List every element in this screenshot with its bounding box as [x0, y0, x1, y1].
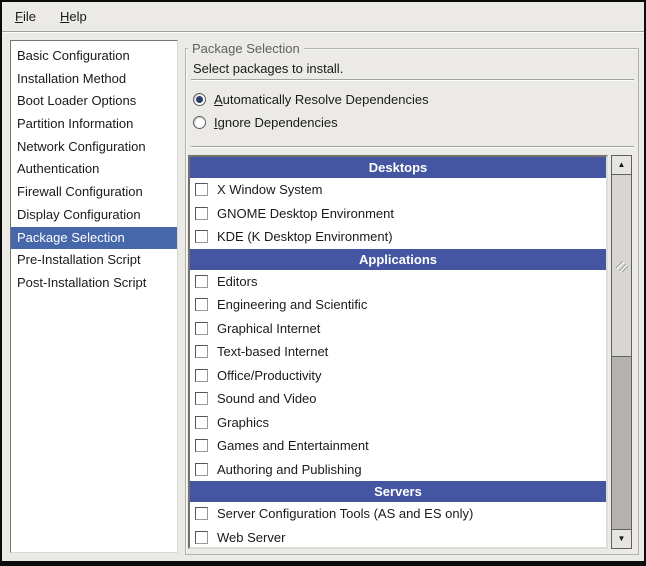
checkbox-office-productivity[interactable] — [195, 369, 208, 382]
package-label: GNOME Desktop Environment — [217, 206, 394, 221]
package-label: Engineering and Scientific — [217, 297, 367, 312]
package-row[interactable]: Sound and Video — [190, 387, 606, 411]
package-row[interactable]: Server Configuration Tools (AS and ES on… — [190, 502, 606, 526]
radio-auto-mnemonic: A — [214, 92, 223, 107]
scroll-down-button[interactable]: ▼ — [611, 529, 632, 549]
package-label: KDE (K Desktop Environment) — [217, 229, 393, 244]
radio-ignore-label: Ignore Dependencies — [214, 115, 338, 130]
package-list: Desktops X Window System GNOME Desktop E… — [188, 155, 608, 549]
package-label: Server Configuration Tools (AS and ES on… — [217, 506, 473, 521]
package-row[interactable]: Engineering and Scientific — [190, 293, 606, 317]
checkbox-graphical-internet[interactable] — [195, 322, 208, 335]
package-label: Authoring and Publishing — [217, 462, 362, 477]
package-label: Games and Entertainment — [217, 438, 369, 453]
checkbox-graphics[interactable] — [195, 416, 208, 429]
thumb-grip-icon — [615, 259, 629, 273]
sidebar-item-package-selection[interactable]: Package Selection — [11, 227, 177, 250]
checkbox-text-based-internet[interactable] — [195, 345, 208, 358]
package-label: Sound and Video — [217, 391, 317, 406]
sidebar-item-authentication[interactable]: Authentication — [11, 158, 177, 181]
instruction-text: Select packages to install. — [193, 61, 343, 76]
checkbox-sound-and-video[interactable] — [195, 392, 208, 405]
checkbox-gnome-desktop-environment[interactable] — [195, 207, 208, 220]
radio-selected-icon[interactable] — [193, 93, 206, 106]
kickstart-configurator-window: File Help Basic Configuration Installati… — [0, 0, 646, 566]
menu-help-label: elp — [69, 9, 86, 24]
menu-file[interactable]: File — [11, 7, 40, 26]
frame-title: Package Selection — [188, 41, 304, 56]
sidebar-item-installation-method[interactable]: Installation Method — [11, 68, 177, 91]
package-label: X Window System — [217, 182, 322, 197]
sidebar-item-display-configuration[interactable]: Display Configuration — [11, 204, 177, 227]
menu-help-mnemonic: H — [60, 9, 69, 24]
checkbox-x-window-system[interactable] — [195, 183, 208, 196]
sidebar-item-network-configuration[interactable]: Network Configuration — [11, 136, 177, 159]
separator — [191, 146, 634, 148]
package-row[interactable]: Authoring and Publishing — [190, 458, 606, 482]
radio-ignore-dependencies[interactable]: Ignore Dependencies — [193, 114, 338, 131]
category-header-desktops: Desktops — [190, 157, 606, 178]
sidebar-item-post-installation-script[interactable]: Post-Installation Script — [11, 272, 177, 295]
sidebar-item-firewall-configuration[interactable]: Firewall Configuration — [11, 181, 177, 204]
package-label: Office/Productivity — [217, 368, 322, 383]
package-label: Graphics — [217, 415, 269, 430]
category-header-applications: Applications — [190, 249, 606, 270]
menu-file-mnemonic: F — [15, 9, 23, 24]
down-arrow-icon: ▼ — [618, 535, 626, 543]
package-row[interactable]: Editors — [190, 270, 606, 294]
package-row[interactable]: Web Server — [190, 526, 606, 550]
sidebar-item-pre-installation-script[interactable]: Pre-Installation Script — [11, 249, 177, 272]
radio-auto-resolve-dependencies[interactable]: Automatically Resolve Dependencies — [193, 91, 429, 108]
checkbox-games-and-entertainment[interactable] — [195, 439, 208, 452]
menubar-separator — [2, 31, 644, 33]
menu-help[interactable]: Help — [56, 7, 91, 26]
category-header-servers: Servers — [190, 481, 606, 502]
package-row[interactable]: Games and Entertainment — [190, 434, 606, 458]
up-arrow-icon: ▲ — [618, 161, 626, 169]
package-row[interactable]: Graphics — [190, 411, 606, 435]
package-row[interactable]: X Window System — [190, 178, 606, 202]
sidebar-item-boot-loader-options[interactable]: Boot Loader Options — [11, 90, 177, 113]
package-label: Text-based Internet — [217, 344, 328, 359]
package-row[interactable]: Graphical Internet — [190, 317, 606, 341]
radio-auto-rest: utomatically Resolve Dependencies — [223, 92, 429, 107]
checkbox-editors[interactable] — [195, 275, 208, 288]
package-label: Graphical Internet — [217, 321, 320, 336]
package-row[interactable]: Office/Productivity — [190, 364, 606, 388]
checkbox-server-configuration-tools[interactable] — [195, 507, 208, 520]
menu-file-label: ile — [23, 9, 36, 24]
separator — [191, 79, 634, 81]
radio-unselected-icon[interactable] — [193, 116, 206, 129]
radio-ignore-rest: gnore Dependencies — [218, 115, 338, 130]
package-row[interactable]: Text-based Internet — [190, 340, 606, 364]
checkbox-engineering-and-scientific[interactable] — [195, 298, 208, 311]
sidebar-item-basic-configuration[interactable]: Basic Configuration — [11, 45, 177, 68]
scroll-up-button[interactable]: ▲ — [611, 155, 632, 175]
package-row[interactable]: GNOME Desktop Environment — [190, 202, 606, 226]
checkbox-kde-desktop-environment[interactable] — [195, 230, 208, 243]
radio-auto-resolve-label: Automatically Resolve Dependencies — [214, 92, 429, 107]
checkbox-web-server[interactable] — [195, 531, 208, 544]
radio-dot-icon — [196, 96, 203, 103]
scrollbar-thumb[interactable] — [611, 174, 632, 357]
menu-bar: File Help — [2, 2, 644, 30]
package-label: Editors — [217, 274, 257, 289]
checkbox-authoring-and-publishing[interactable] — [195, 463, 208, 476]
package-row[interactable]: KDE (K Desktop Environment) — [190, 225, 606, 249]
sidebar-item-partition-information[interactable]: Partition Information — [11, 113, 177, 136]
vertical-scrollbar[interactable]: ▲ ▼ — [611, 155, 632, 549]
section-list: Basic Configuration Installation Method … — [10, 40, 178, 553]
package-label: Web Server — [217, 530, 285, 545]
